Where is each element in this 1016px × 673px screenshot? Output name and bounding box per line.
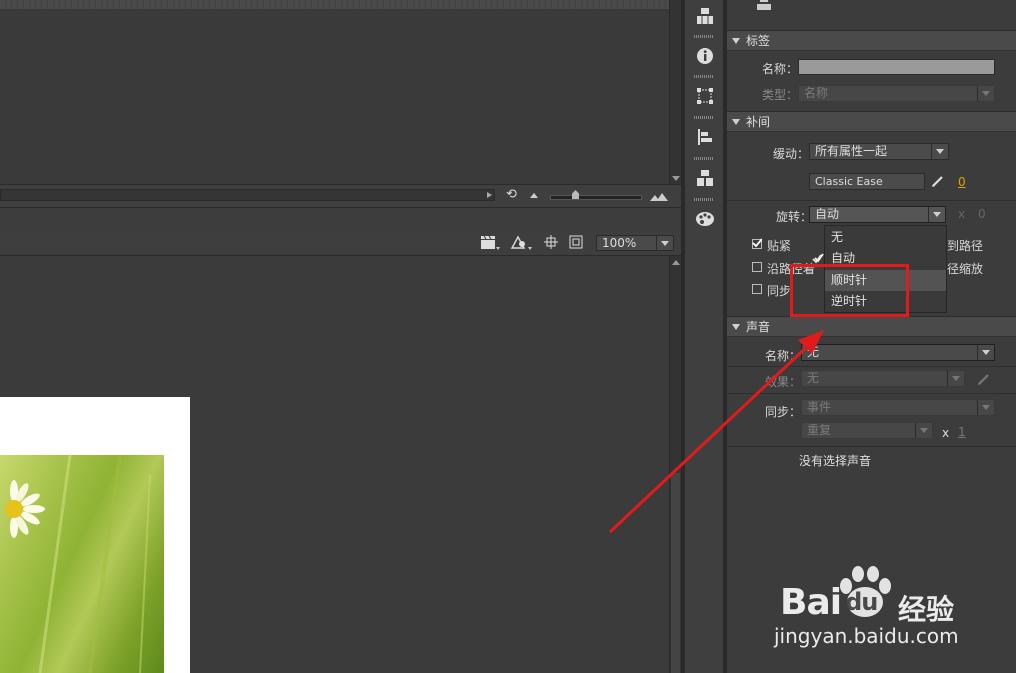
sync-label: 同步 — [767, 284, 792, 298]
dock-grip[interactable] — [694, 198, 714, 201]
stage-toolbar: 100% — [0, 230, 681, 256]
timeline-ruler — [0, 0, 669, 9]
symbol-thumb-icon — [752, 0, 776, 16]
rotate-dropdown[interactable]: 自动 — [809, 206, 946, 223]
repeat-times-x: x — [942, 426, 950, 440]
name-label: 名称： — [762, 62, 799, 76]
flower-image — [0, 455, 164, 673]
symbol-icon[interactable] — [510, 235, 534, 251]
watermark-brand-du: du — [845, 588, 878, 616]
edit-pencil-icon[interactable] — [931, 174, 945, 188]
section-tween[interactable]: 补间 — [727, 111, 1016, 132]
center-stage-icon[interactable] — [544, 235, 558, 249]
loop-icon[interactable]: ⟲ — [506, 188, 520, 202]
effect-pencil-icon[interactable] — [977, 372, 991, 386]
watermark-brand: Bai — [780, 582, 842, 623]
path-right-label: 到路径 — [947, 239, 984, 253]
sync-checkbox[interactable] — [752, 284, 762, 294]
timeline-control-bar: ⟲ — [0, 184, 681, 208]
section-tween-title: 补间 — [746, 115, 771, 129]
zoom-large-icon[interactable] — [650, 190, 668, 201]
repeat-count[interactable]: 1 — [958, 425, 966, 439]
clapper-icon[interactable] — [480, 235, 500, 251]
components-icon[interactable] — [693, 166, 717, 190]
timeline-panel — [0, 0, 669, 184]
library-icon[interactable] — [693, 4, 717, 28]
highlight-box — [790, 264, 909, 317]
chevron-down-icon — [977, 400, 994, 415]
annotation-arrow — [608, 330, 824, 534]
chevron-down-icon — [977, 86, 994, 101]
align-icon[interactable] — [693, 125, 717, 149]
classic-ease-button[interactable]: Classic Ease — [809, 173, 925, 190]
chevron-down-icon — [928, 207, 945, 222]
ease-label: 缓动： — [773, 147, 810, 161]
chevron-down-icon — [656, 236, 673, 250]
section-label[interactable]: 标签 — [727, 30, 1016, 51]
chevron-down-icon — [915, 423, 932, 438]
tween-separator — [727, 200, 1016, 201]
chevron-down-icon — [931, 144, 948, 159]
info-icon[interactable] — [693, 44, 717, 68]
panel-separator — [0, 208, 681, 231]
dock-grip[interactable] — [694, 35, 714, 38]
collapse-triangle-icon — [732, 118, 740, 125]
zoom-slider[interactable] — [550, 195, 642, 200]
rotate-value: 自动 — [815, 207, 840, 221]
zoom-dropdown[interactable]: 100% — [596, 235, 674, 251]
snap-label: 贴紧 — [767, 239, 792, 253]
zoom-value: 100% — [602, 236, 637, 250]
dock-grip[interactable] — [694, 75, 714, 78]
collapse-triangle-icon — [732, 37, 740, 44]
chevron-down-icon — [947, 371, 964, 386]
zoom-small-icon[interactable] — [530, 193, 538, 198]
rotate-times-x: x — [958, 207, 966, 221]
snap-checkbox[interactable] — [752, 238, 762, 249]
type-label: 类型： — [762, 88, 799, 102]
rotate-count[interactable]: 0 — [978, 207, 986, 221]
watermark-cn: 经验 — [898, 593, 955, 626]
dock-grip[interactable] — [694, 157, 714, 160]
section-label-title: 标签 — [746, 34, 771, 48]
checkmark-icon — [812, 253, 822, 264]
orient-path-checkbox[interactable] — [752, 262, 762, 272]
type-value: 名称 — [804, 86, 829, 100]
transform-icon[interactable] — [693, 84, 717, 108]
rotate-label: 旋转： — [776, 210, 813, 224]
watermark-url: jingyan.baidu.com — [774, 624, 959, 648]
color-palette-icon[interactable] — [693, 207, 717, 231]
chevron-down-icon — [977, 345, 994, 360]
baidu-watermark: Bai du 经验 jingyan.baidu.com — [774, 566, 980, 652]
name-input[interactable] — [798, 59, 995, 75]
ease-value: 所有属性一起 — [815, 144, 888, 158]
dock-grip[interactable] — [694, 116, 714, 119]
scroll-right-icon[interactable] — [487, 192, 492, 198]
scale-right-label: 径缩放 — [947, 262, 984, 276]
ease-number[interactable]: 0 — [958, 175, 966, 189]
timeline-hscroll[interactable] — [0, 189, 495, 201]
classic-ease-label: Classic Ease — [815, 175, 883, 188]
clip-icon[interactable] — [569, 235, 583, 249]
zoom-slider-thumb[interactable] — [572, 190, 579, 199]
type-dropdown[interactable]: 名称 — [798, 85, 995, 102]
rotate-menu-item-none[interactable]: 无 — [825, 227, 946, 248]
ease-dropdown[interactable]: 所有属性一起 — [809, 143, 949, 160]
